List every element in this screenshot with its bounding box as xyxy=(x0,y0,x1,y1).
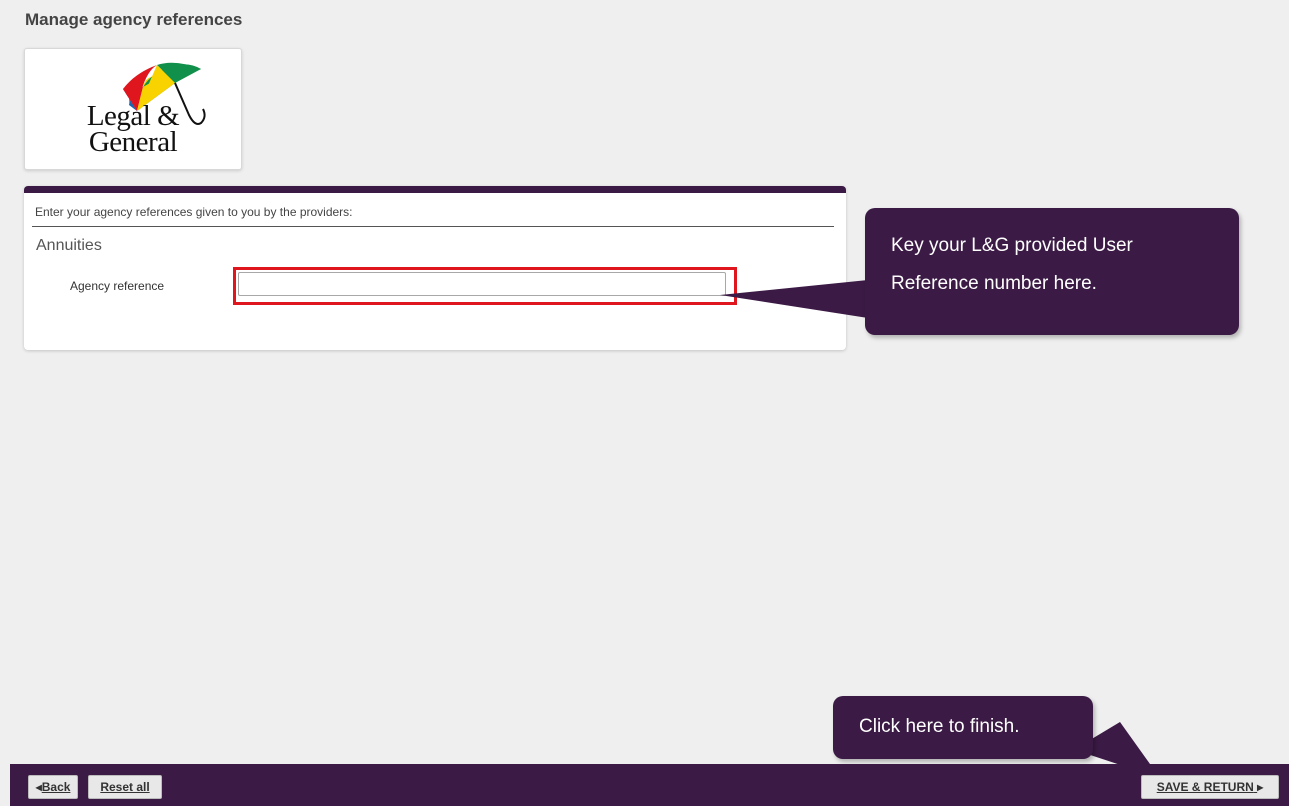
callout-field-hint: Key your L&G provided User Reference num… xyxy=(865,208,1239,335)
page-title: Manage agency references xyxy=(25,10,243,29)
logo-line-2: General xyxy=(88,126,178,158)
divider xyxy=(32,226,834,227)
section-heading-annuities: Annuities xyxy=(36,237,102,254)
callout-finish-hint: Click here to finish. xyxy=(833,696,1093,759)
footer-bar: ◀Back Reset all SAVE & RETURN ▶ xyxy=(10,764,1289,806)
agency-reference-input[interactable] xyxy=(238,272,726,296)
chevron-right-icon: ▶ xyxy=(1257,782,1264,792)
agency-reference-label: Agency reference xyxy=(70,279,165,293)
agency-references-panel: Enter your agency references given to yo… xyxy=(24,186,846,350)
back-button[interactable]: ◀Back xyxy=(28,775,78,799)
save-and-return-button[interactable]: SAVE & RETURN ▶ xyxy=(1141,775,1279,799)
back-label: Back xyxy=(41,780,71,794)
reset-all-button[interactable]: Reset all xyxy=(88,775,162,799)
reset-all-label: Reset all xyxy=(100,780,150,794)
provider-logo-card: Legal & General xyxy=(24,48,242,170)
instruction-text: Enter your agency references given to yo… xyxy=(35,205,353,219)
save-and-return-label: SAVE & RETURN xyxy=(1156,780,1254,794)
